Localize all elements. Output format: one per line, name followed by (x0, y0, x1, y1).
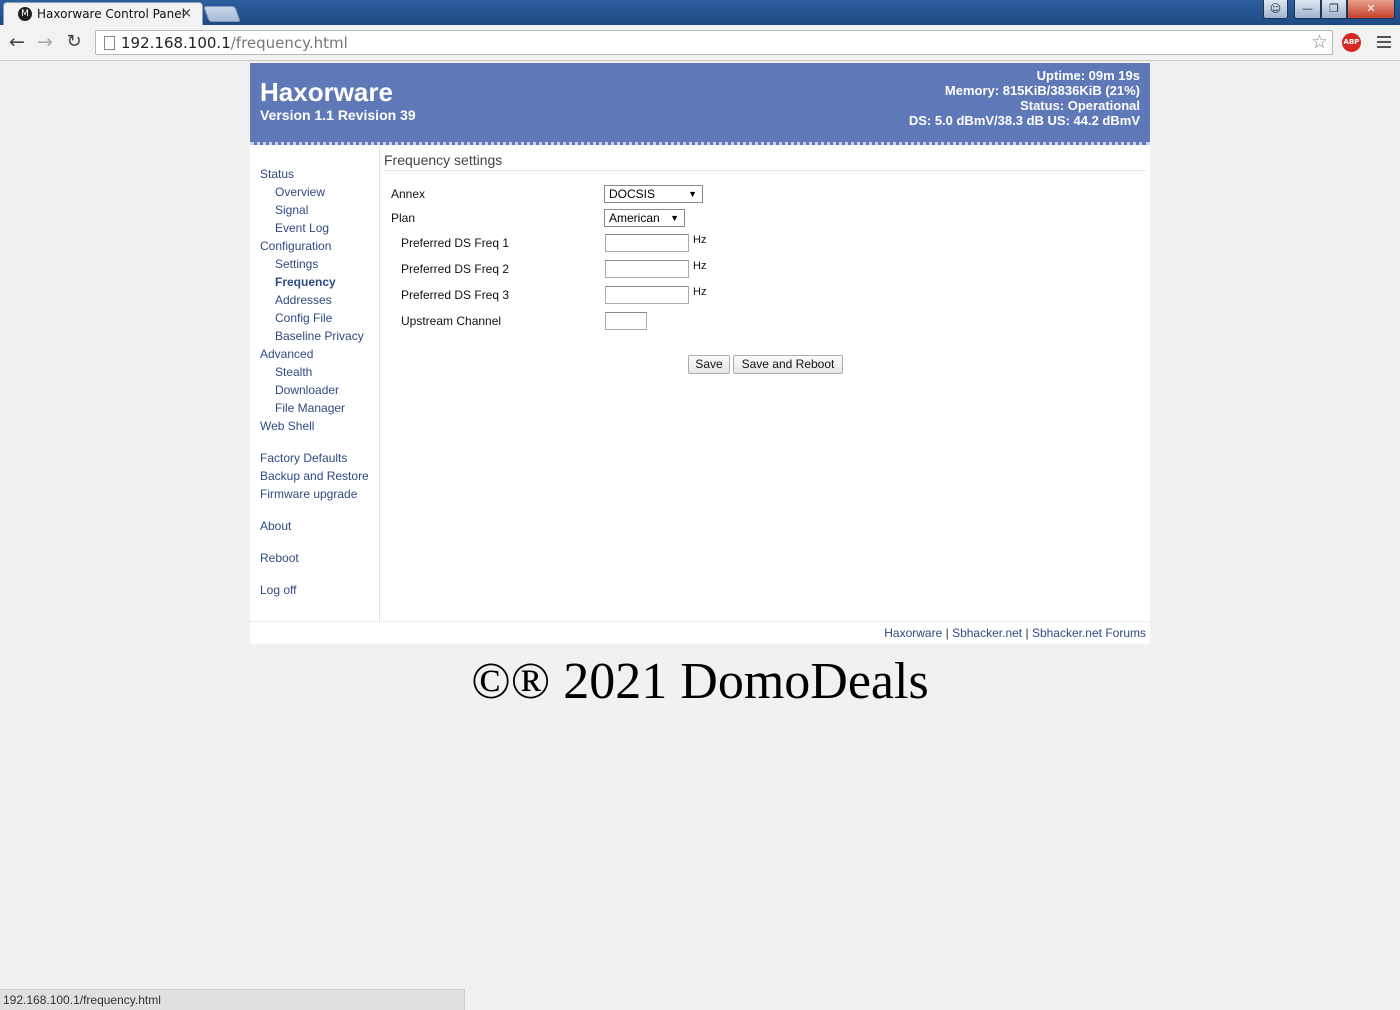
url-text[interactable]: 192.168.100.1/frequency.html (121, 34, 348, 52)
plan-label: Plan (391, 211, 416, 225)
maximize-button[interactable]: ❐ (1321, 0, 1347, 19)
close-window-button[interactable]: ✕ (1347, 0, 1395, 19)
memory-text: Memory: 815KiB/3836KiB (21%) (944, 83, 1140, 98)
sidebar-item-stealth[interactable]: Stealth (275, 365, 312, 379)
minimize-button[interactable]: — (1294, 0, 1321, 19)
ds-freq2-label: Preferred DS Freq 2 (401, 262, 510, 276)
plan-selected-value: American (609, 211, 660, 225)
sidebar-item-factory-defaults[interactable]: Factory Defaults (260, 451, 347, 465)
new-tab-button[interactable] (203, 6, 241, 22)
save-and-reboot-button[interactable]: Save and Reboot (733, 355, 843, 374)
browser-toolbar: ← → ↻ 192.168.100.1/frequency.html ☆ ABP (0, 25, 1400, 61)
annex-label: Annex (391, 187, 426, 201)
motorola-favicon-icon: M (18, 7, 32, 21)
sidebar-item-event-log[interactable]: Event Log (275, 221, 329, 235)
plan-select[interactable]: American ▼ (604, 209, 685, 227)
menu-icon[interactable] (1377, 36, 1391, 48)
sidebar-item-backup-restore[interactable]: Backup and Restore (260, 469, 369, 483)
upstream-channel-label: Upstream Channel (401, 314, 502, 328)
footer-separator: | (942, 626, 953, 640)
annex-select[interactable]: DOCSIS ▼ (604, 185, 703, 203)
ds-freq1-unit: Hz (693, 234, 707, 246)
url-path: /frequency.html (230, 34, 348, 52)
brand-title: Haxorware (260, 77, 393, 107)
page-footer: Haxorware | Sbhacker.net | Sbhacker.net … (250, 621, 1150, 644)
header-status: Uptime: 09m 19s Memory: 815KiB/3836KiB (… (909, 68, 1140, 128)
sidebar-item-advanced[interactable]: Advanced (260, 347, 313, 361)
browser-status-bubble: 192.168.100.1/frequency.html (0, 989, 465, 1010)
sidebar-item-downloader[interactable]: Downloader (275, 383, 339, 397)
ds-freq3-input[interactable] (605, 286, 689, 304)
sidebar-item-addresses[interactable]: Addresses (275, 293, 332, 307)
sidebar-nav: Status Overview Signal Event Log Configu… (250, 147, 380, 620)
page-title: Frequency settings (384, 152, 503, 168)
sidebar-item-about[interactable]: About (260, 519, 291, 533)
uptime-text: Uptime: 09m 19s (1036, 68, 1140, 83)
footer-link-haxorware[interactable]: Haxorware (884, 626, 942, 640)
title-divider (384, 170, 1146, 171)
ds-freq2-input[interactable] (605, 260, 689, 278)
back-arrow-icon[interactable]: ← (5, 30, 29, 54)
ds-freq1-label: Preferred DS Freq 1 (401, 236, 510, 250)
annex-selected-value: DOCSIS (609, 187, 656, 201)
sidebar-item-baseline-privacy[interactable]: Baseline Privacy (275, 329, 364, 343)
footer-link-sbhacker[interactable]: Sbhacker.net (952, 626, 1022, 640)
sidebar-item-signal[interactable]: Signal (275, 203, 308, 217)
upstream-channel-input[interactable] (605, 312, 647, 330)
ds-freq1-input[interactable] (605, 234, 689, 252)
ds-freq3-unit: Hz (693, 286, 707, 298)
url-host: 192.168.100.1 (121, 34, 231, 52)
sidebar-item-configuration[interactable]: Configuration (260, 239, 331, 253)
signal-text: DS: 5.0 dBmV/38.3 dB US: 44.2 dBmV (908, 113, 1140, 128)
forward-arrow-icon[interactable]: → (33, 30, 57, 54)
sidebar-item-config-file[interactable]: Config File (275, 311, 332, 325)
page-header: Haxorware Version 1.1 Revision 39 Uptime… (250, 63, 1150, 145)
frequency-settings-panel: Frequency settings Annex DOCSIS ▼ Plan A… (384, 147, 1146, 620)
sidebar-item-settings[interactable]: Settings (275, 257, 318, 271)
sidebar-item-status[interactable]: Status (260, 167, 294, 181)
browser-tab[interactable]: M Haxorware Control Panel × (3, 2, 203, 25)
status-text: Status: Operational (1020, 98, 1140, 113)
sidebar-item-reboot[interactable]: Reboot (260, 551, 299, 565)
tab-title: Haxorware Control Panel (37, 7, 185, 21)
version-text: Version 1.1 Revision 39 (260, 107, 416, 123)
sidebar-item-frequency[interactable]: Frequency (275, 275, 336, 289)
profile-icon[interactable]: ☺ (1263, 0, 1288, 19)
reload-icon[interactable]: ↻ (62, 30, 86, 54)
ds-freq3-label: Preferred DS Freq 3 (401, 288, 510, 302)
footer-link-sbhacker-forums[interactable]: Sbhacker.net Forums (1032, 626, 1146, 640)
page-icon (104, 36, 115, 50)
sidebar-item-log-off[interactable]: Log off (260, 583, 296, 597)
ds-freq2-unit: Hz (693, 260, 707, 272)
sidebar-item-firmware-upgrade[interactable]: Firmware upgrade (260, 487, 357, 501)
sidebar-item-overview[interactable]: Overview (275, 185, 325, 199)
sidebar-item-web-shell[interactable]: Web Shell (260, 419, 314, 433)
star-icon[interactable]: ☆ (1311, 31, 1328, 53)
tab-close-icon[interactable]: × (181, 6, 192, 21)
control-panel-page: Haxorware Version 1.1 Revision 39 Uptime… (250, 63, 1150, 644)
save-button[interactable]: Save (688, 355, 730, 374)
chevron-down-icon: ▼ (688, 189, 697, 199)
chevron-down-icon: ▼ (670, 213, 679, 223)
copyright-watermark: ©® 2021 DomoDeals (471, 653, 929, 710)
browser-titlebar: M Haxorware Control Panel × ☺ — ❐ ✕ (0, 0, 1400, 25)
footer-separator: | (1022, 626, 1032, 640)
address-bar[interactable]: 192.168.100.1/frequency.html ☆ (95, 30, 1333, 55)
sidebar-item-file-manager[interactable]: File Manager (275, 401, 345, 415)
adblock-icon[interactable]: ABP (1342, 33, 1361, 52)
